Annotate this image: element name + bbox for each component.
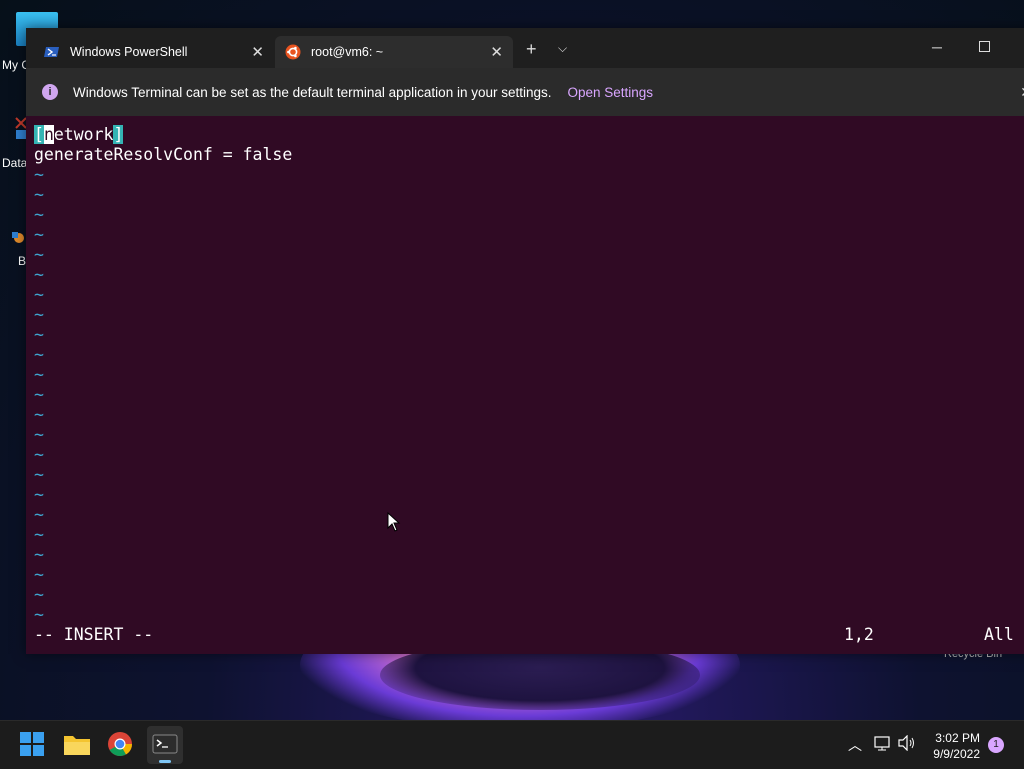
terminal-window[interactable]: Windows PowerShell ✕ root@vm6: ~ ✕ + ⌵ ─… (26, 28, 1024, 654)
empty-line-marker: ~ (34, 325, 44, 344)
maximize-icon[interactable] (979, 39, 990, 55)
empty-line-marker: ~ (34, 165, 44, 184)
terminal-taskbar-icon[interactable] (147, 726, 183, 764)
empty-line-marker: ~ (34, 465, 44, 484)
info-message: Windows Terminal can be set as the defau… (73, 84, 552, 100)
info-bar: i Windows Terminal can be set as the def… (26, 68, 1024, 116)
volume-icon[interactable] (898, 734, 916, 754)
text-cursor: n (43, 125, 54, 144)
title-bar[interactable]: Windows PowerShell ✕ root@vm6: ~ ✕ + ⌵ ─ (26, 28, 1024, 68)
empty-line-marker: ~ (34, 185, 44, 204)
editor-line-2: generateResolvConf = false (34, 145, 293, 164)
close-tab-icon[interactable]: ✕ (251, 43, 264, 61)
empty-line-marker: ~ (34, 425, 44, 444)
network-icon[interactable] (874, 735, 892, 754)
empty-line-marker: ~ (34, 405, 44, 424)
empty-line-marker: ~ (34, 525, 44, 544)
empty-line-marker: ~ (34, 605, 44, 624)
tab-windows-powershell[interactable]: Windows PowerShell ✕ (34, 36, 274, 68)
empty-line-marker: ~ (34, 505, 44, 524)
date-text: 9/9/2022 (933, 747, 980, 761)
line-text: etwork (53, 125, 114, 144)
empty-line-marker: ~ (34, 565, 44, 584)
empty-line-marker: ~ (34, 245, 44, 264)
mouse-pointer-icon (387, 512, 401, 532)
close-tab-icon[interactable]: ✕ (490, 43, 503, 61)
open-settings-link[interactable]: Open Settings (568, 85, 654, 100)
minimize-icon[interactable]: ─ (932, 39, 942, 55)
ubuntu-icon (285, 44, 301, 60)
empty-line-marker: ~ (34, 305, 44, 324)
empty-line-marker: ~ (34, 445, 44, 464)
empty-line-marker: ~ (34, 345, 44, 364)
close-icon[interactable]: ✕ (1020, 84, 1024, 101)
desktop-icon-label: B (18, 254, 27, 268)
empty-line-marker: ~ (34, 585, 44, 604)
tab-label: root@vm6: ~ (311, 45, 384, 59)
windows-start-icon[interactable] (19, 731, 47, 759)
clock[interactable]: 3:02 PM 9/9/2022 (933, 730, 980, 762)
editor-line-1: [network] (34, 125, 124, 145)
empty-line-marker: ~ (34, 385, 44, 404)
taskbar: ︿ 3:02 PM 9/9/2022 1 (0, 720, 1024, 769)
tab-label: Windows PowerShell (70, 45, 188, 59)
terminal-content[interactable]: [network] generateResolvConf = false ~ ~ ~… (26, 116, 1024, 654)
vim-mode-indicator: -- INSERT -- (34, 625, 154, 644)
notification-badge[interactable]: 1 (988, 737, 1004, 753)
empty-line-marker: ~ (34, 225, 44, 244)
empty-line-marker: ~ (34, 285, 44, 304)
empty-line-marker: ~ (34, 365, 44, 384)
new-tab-icon[interactable]: + (526, 39, 537, 60)
desktop-icon-data[interactable]: Data (2, 116, 27, 170)
desktop-icon-label: Data (2, 156, 28, 170)
chevron-up-icon[interactable]: ︿ (848, 735, 862, 755)
bracket-highlight: [ (34, 125, 44, 144)
scroll-indicator: All (984, 625, 1014, 644)
shortcut-icon (10, 218, 24, 248)
info-icon: i (42, 84, 58, 100)
empty-line-marker: ~ (34, 265, 44, 284)
chevron-down-icon[interactable]: ⌵ (558, 41, 567, 56)
cursor-position: 1,2 (844, 625, 874, 644)
empty-line-marker: ~ (34, 485, 44, 504)
time-text: 3:02 PM (935, 731, 980, 745)
file-explorer-icon[interactable] (63, 731, 91, 759)
empty-line-marker: ~ (34, 205, 44, 224)
desktop-icon-b[interactable]: B (10, 218, 26, 268)
empty-line-marker: ~ (34, 545, 44, 564)
powershell-icon (44, 44, 60, 60)
bracket-highlight: ] (113, 125, 124, 144)
tab-root-vm6[interactable]: root@vm6: ~ ✕ (275, 36, 513, 68)
chrome-icon[interactable] (107, 731, 135, 759)
